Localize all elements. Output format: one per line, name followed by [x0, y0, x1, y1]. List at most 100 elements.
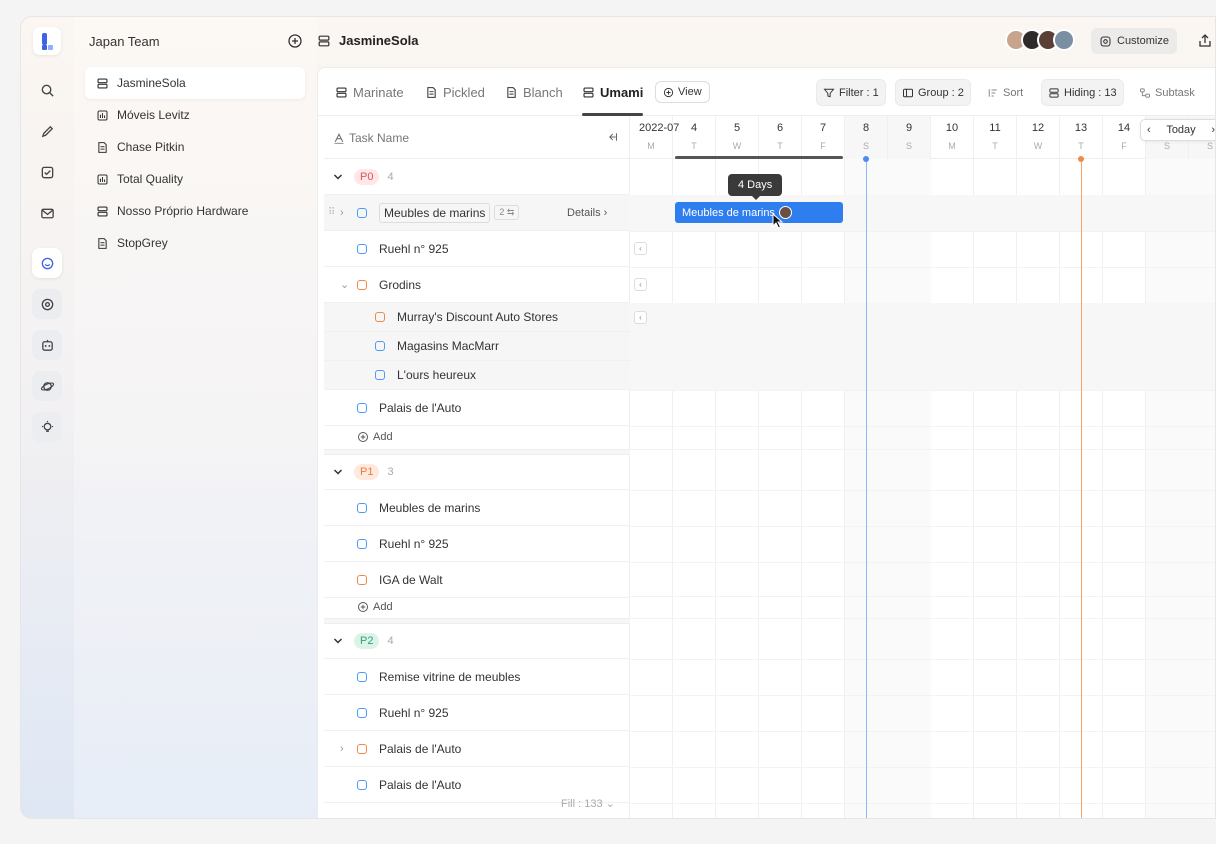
- hiding-button[interactable]: Hiding : 13: [1041, 79, 1124, 106]
- task-name[interactable]: Ruehl n° 925: [379, 242, 449, 256]
- sort-button[interactable]: Sort: [981, 79, 1029, 106]
- checkbox-icon[interactable]: [32, 157, 62, 187]
- scroll-to-bar-icon[interactable]: ‹: [634, 278, 647, 291]
- group-header[interactable]: P1 3: [324, 454, 630, 490]
- robot-icon[interactable]: [32, 330, 62, 360]
- status-icon[interactable]: [357, 574, 367, 585]
- team-name[interactable]: Japan Team: [89, 34, 160, 49]
- table-row[interactable]: ⠿ › Meubles de marins 2 ⇆ Details ›: [324, 195, 630, 231]
- status-icon[interactable]: [357, 502, 367, 513]
- chevron-right-icon[interactable]: ›: [340, 207, 344, 219]
- task-name-column-header[interactable]: Task Name: [333, 131, 409, 145]
- share-icon[interactable]: [1197, 33, 1213, 49]
- status-icon[interactable]: [357, 279, 367, 290]
- bulb-icon[interactable]: [32, 412, 62, 442]
- task-name[interactable]: Palais de l'Auto: [379, 778, 461, 792]
- mail-icon[interactable]: [32, 198, 62, 228]
- sidebar-item[interactable]: JasmineSola: [85, 67, 305, 99]
- tab-umami[interactable]: Umami: [582, 68, 644, 116]
- status-icon[interactable]: [357, 402, 367, 413]
- chevron-down-icon[interactable]: [333, 172, 343, 182]
- task-name[interactable]: Palais de l'Auto: [379, 742, 461, 756]
- group-button[interactable]: Group : 2: [895, 79, 971, 106]
- table-row[interactable]: › Palais de l'Auto: [324, 731, 630, 767]
- smile-icon[interactable]: [32, 248, 62, 278]
- table-row[interactable]: IGA de Walt: [324, 562, 630, 598]
- search-icon[interactable]: [32, 75, 62, 105]
- group-header[interactable]: P2 4: [324, 623, 630, 659]
- task-name[interactable]: Meubles de marins: [379, 202, 491, 223]
- status-icon[interactable]: [375, 370, 385, 380]
- table-row[interactable]: L'ours heureux: [324, 361, 630, 390]
- filter-button[interactable]: Filter : 1: [816, 79, 886, 106]
- sidebar-item[interactable]: Total Quality: [85, 163, 305, 195]
- collapse-panel-icon[interactable]: [606, 131, 618, 143]
- task-name[interactable]: Ruehl n° 925: [379, 537, 449, 551]
- target-icon[interactable]: [32, 289, 62, 319]
- status-icon[interactable]: [357, 779, 367, 790]
- planet-icon[interactable]: [32, 371, 62, 401]
- table-row[interactable]: Meubles de marins: [324, 490, 630, 526]
- table-row[interactable]: Magasins MacMarr: [324, 332, 630, 361]
- status-icon[interactable]: [357, 207, 367, 218]
- table-row[interactable]: Ruehl n° 925: [324, 526, 630, 562]
- collaborator-avatars[interactable]: [1005, 29, 1075, 51]
- chevron-right-icon[interactable]: ›: [340, 743, 344, 755]
- status-icon[interactable]: [375, 341, 385, 351]
- gantt-task-bar[interactable]: Meubles de marins: [675, 202, 843, 223]
- fill-summary[interactable]: Fill : 133 ⌄: [561, 797, 615, 810]
- today-button[interactable]: Today: [1166, 124, 1195, 136]
- status-icon[interactable]: [357, 538, 367, 549]
- scroll-to-bar-icon[interactable]: ‹: [634, 242, 647, 255]
- tab-blanch[interactable]: Blanch: [505, 68, 563, 116]
- task-name[interactable]: Meubles de marins: [379, 501, 480, 515]
- task-name[interactable]: Grodins: [379, 278, 421, 292]
- sidebar-item[interactable]: Chase Pitkin: [85, 131, 305, 163]
- sidebar-item[interactable]: Móveis Levitz: [85, 99, 305, 131]
- task-name[interactable]: L'ours heureux: [397, 368, 476, 382]
- task-name[interactable]: Magasins MacMarr: [397, 339, 499, 353]
- tab-marinate[interactable]: Marinate: [335, 68, 404, 116]
- scroll-to-bar-icon[interactable]: ‹: [634, 311, 647, 324]
- month-label: 2022-07: [639, 122, 680, 134]
- table-row[interactable]: Ruehl n° 925: [324, 231, 630, 267]
- sidebar-item[interactable]: StopGrey: [85, 227, 305, 259]
- task-name[interactable]: Palais de l'Auto: [379, 401, 461, 415]
- status-icon[interactable]: [357, 243, 367, 254]
- status-icon[interactable]: [357, 707, 367, 718]
- avatar[interactable]: [1053, 29, 1075, 51]
- sidebar-item[interactable]: Nosso Próprio Hardware: [85, 195, 305, 227]
- add-circle-icon[interactable]: [287, 33, 303, 49]
- subtask-button[interactable]: Subtask: [1133, 79, 1201, 106]
- today-navigator[interactable]: ‹ Today ›: [1140, 119, 1215, 141]
- tab-pickled[interactable]: Pickled: [425, 68, 485, 116]
- group-header[interactable]: P0 4: [324, 159, 630, 195]
- table-row[interactable]: Ruehl n° 925: [324, 695, 630, 731]
- table-row[interactable]: Remise vitrine de meubles: [324, 659, 630, 695]
- drag-handle-icon[interactable]: ⠿: [328, 207, 335, 218]
- task-name[interactable]: Murray's Discount Auto Stores: [397, 310, 558, 324]
- table-row[interactable]: ⌄ Grodins: [324, 267, 630, 303]
- add-task-button[interactable]: Add: [324, 426, 630, 448]
- chevron-down-icon[interactable]: [333, 636, 343, 646]
- task-name[interactable]: Remise vitrine de meubles: [379, 670, 520, 684]
- customize-button[interactable]: Customize: [1091, 28, 1177, 54]
- prev-icon[interactable]: ‹: [1147, 124, 1151, 136]
- chevron-down-icon[interactable]: [333, 467, 343, 477]
- task-name[interactable]: Ruehl n° 925: [379, 706, 449, 720]
- weekday-label: W: [732, 141, 742, 151]
- task-name[interactable]: IGA de Walt: [379, 573, 443, 587]
- details-link[interactable]: Details ›: [567, 207, 607, 219]
- app-logo[interactable]: [33, 27, 61, 55]
- day-column-header: 7F: [802, 116, 845, 159]
- table-row[interactable]: Palais de l'Auto: [324, 390, 630, 426]
- pencil-icon[interactable]: [32, 116, 62, 146]
- status-icon[interactable]: [357, 743, 367, 754]
- add-view-button[interactable]: View: [655, 81, 710, 103]
- status-icon[interactable]: [357, 671, 367, 682]
- add-task-button[interactable]: Add: [324, 596, 630, 618]
- status-icon[interactable]: [375, 312, 385, 322]
- next-icon[interactable]: ›: [1211, 124, 1215, 136]
- table-row[interactable]: Murray's Discount Auto Stores: [324, 303, 630, 332]
- chevron-down-icon[interactable]: ⌄: [340, 278, 349, 291]
